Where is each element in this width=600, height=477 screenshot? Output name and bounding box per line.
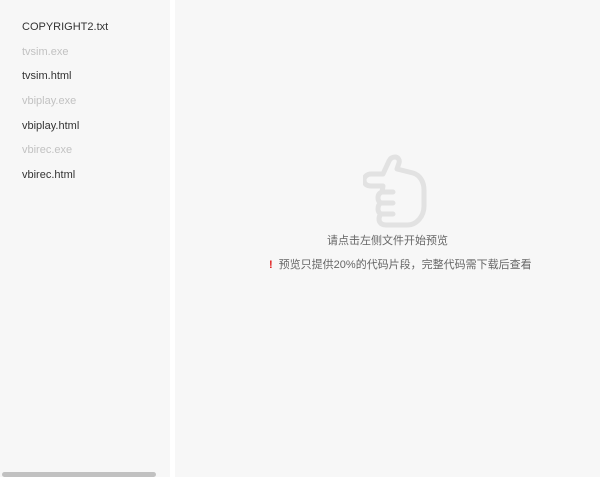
preview-panel: 请点击左侧文件开始预览 ! 预览只提供20%的代码片段，完整代码需下载后查看: [175, 0, 600, 477]
file-item-vbirec-html[interactable]: vbirec.html: [0, 163, 170, 188]
file-item-vbirec-exe: vbirec.exe: [22, 144, 73, 157]
preview-limit-note: ! 预览只提供20%的代码片段，完整代码需下载后查看: [269, 256, 532, 272]
exclamation-icon: !: [269, 259, 273, 271]
file-item-tvsim-exe: tvsim.exe: [22, 45, 69, 58]
file-preview-app: COPYRIGHT2.txt tvsim.exe tvsim.html vbip…: [0, 0, 600, 477]
scrollbar-thumb[interactable]: [2, 472, 156, 477]
file-item-tvsim-html[interactable]: tvsim.html: [0, 64, 170, 89]
file-item-vbiplay-html[interactable]: vbiplay.html: [0, 114, 170, 139]
preview-hint: 请点击左侧文件开始预览: [327, 235, 448, 247]
file-item-vbiplay-exe: vbiplay.exe: [22, 95, 77, 108]
preview-limit-text: 预览只提供20%的代码片段，完整代码需下载后查看: [278, 259, 532, 271]
pointing-hand-left-icon: [363, 154, 427, 228]
file-list-sidebar: COPYRIGHT2.txt tvsim.exe tvsim.html vbip…: [0, 0, 170, 477]
file-item-copyright2-txt[interactable]: COPYRIGHT2.txt: [0, 15, 170, 40]
horizontal-scrollbar[interactable]: [0, 471, 170, 477]
